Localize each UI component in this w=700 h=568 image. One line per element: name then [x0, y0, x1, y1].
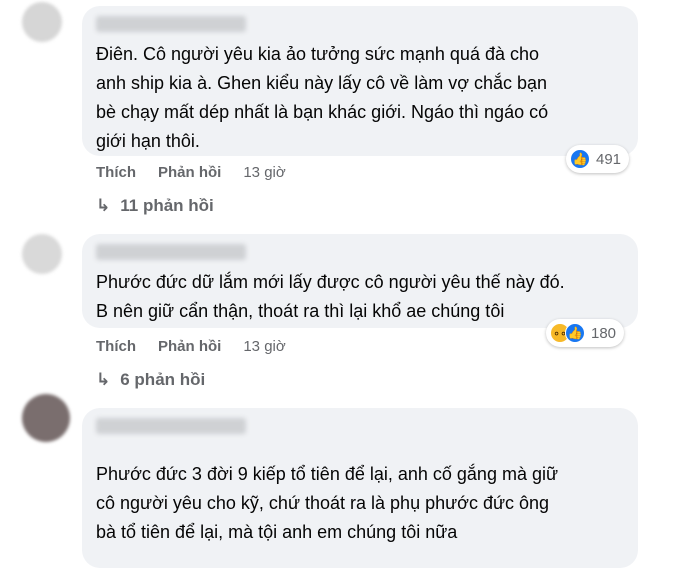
comment-bubble: Điên. Cô người yêu kia ảo tưởng sức mạnh… [82, 6, 638, 156]
avatar[interactable] [22, 234, 62, 274]
view-replies-link[interactable]: ↳ 11 phản hồi [96, 196, 214, 216]
replies-count-label: 6 phản hồi [120, 370, 206, 389]
reaction-count: 491 [596, 150, 622, 168]
reaction-summary[interactable]: ∘∘ 👍 180 [546, 319, 625, 347]
comment-bubble: Phước đức dữ lắm mới lấy được cô người y… [82, 234, 638, 328]
like-icon: 👍 [565, 323, 585, 343]
like-button[interactable]: Thích [96, 338, 136, 355]
commenter-name[interactable] [96, 244, 246, 260]
reply-arrow-icon: ↳ [96, 370, 111, 389]
commenter-name[interactable] [96, 16, 246, 32]
comment-text: Phước đức 3 đời 9 kiếp tổ tiên để lại, a… [96, 464, 559, 542]
view-replies-link[interactable]: ↳ 6 phản hồi [96, 370, 205, 390]
comment-timestamp[interactable]: 13 giờ [243, 164, 285, 181]
comment-text: Phước đức dữ lắm mới lấy được cô người y… [96, 272, 565, 321]
replies-count-label: 11 phản hồi [120, 196, 214, 215]
comment-bubble: Phước đức 3 đời 9 kiếp tổ tiên để lại, a… [82, 408, 638, 568]
like-icon: 👍 [570, 149, 590, 169]
comment-timestamp[interactable]: 13 giờ [243, 338, 285, 355]
reply-arrow-icon: ↳ [96, 196, 111, 215]
reply-button[interactable]: Phản hồi [158, 164, 221, 181]
like-button[interactable]: Thích [96, 164, 136, 181]
comment-text: Điên. Cô người yêu kia ảo tưởng sức mạnh… [96, 44, 549, 151]
comment-actions: Thích Phản hồi 13 giờ [96, 162, 286, 182]
avatar[interactable] [22, 394, 70, 442]
reaction-count: 180 [591, 324, 617, 342]
comment-actions: Thích Phản hồi 13 giờ [96, 336, 286, 356]
reply-button[interactable]: Phản hồi [158, 338, 221, 355]
commenter-name[interactable] [96, 418, 246, 434]
avatar[interactable] [22, 2, 62, 42]
reaction-summary[interactable]: 👍 491 [566, 145, 630, 173]
